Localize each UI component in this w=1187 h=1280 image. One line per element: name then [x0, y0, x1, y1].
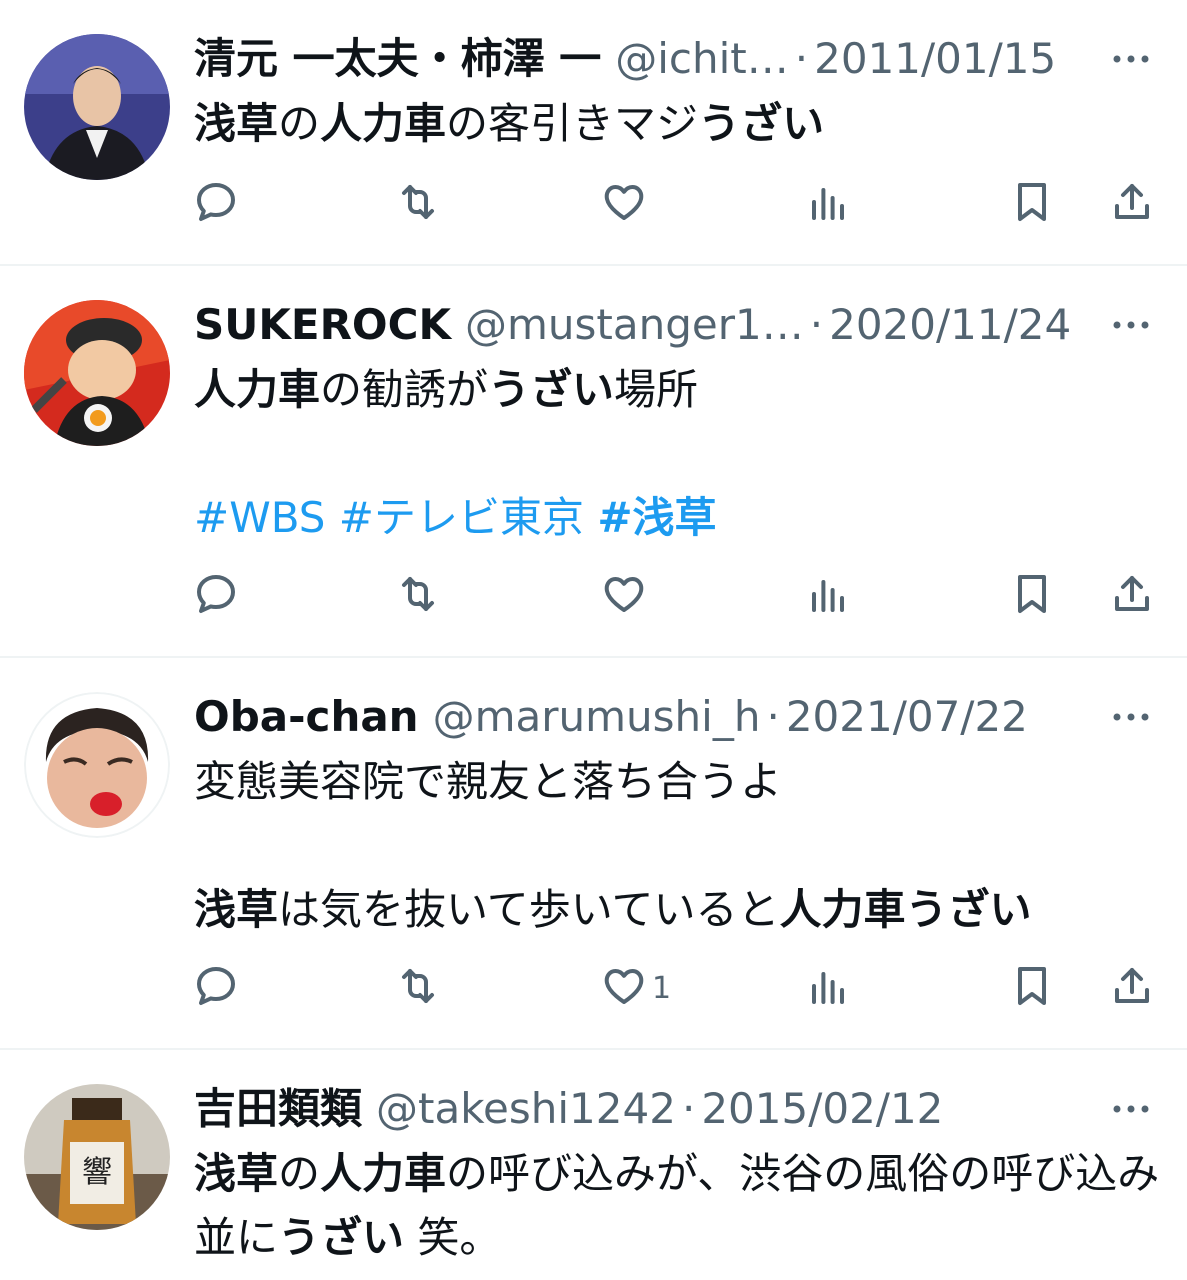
- tweet-date[interactable]: 2021/07/22: [786, 688, 1028, 746]
- tweet-text: 変態美容院で親友と落ち合うよ 浅草は気を抜いて歩いていると人力車うざい: [194, 750, 1163, 942]
- share-icon[interactable]: [1108, 962, 1156, 1014]
- tweet[interactable]: 清元 一太夫・柿澤 一 @ichit… · 2011/01/15 浅草の人力車の…: [0, 0, 1187, 266]
- like-button[interactable]: [600, 572, 652, 620]
- tweet-text-segment: 浅草: [194, 885, 279, 934]
- author-name[interactable]: Oba-chan: [194, 688, 419, 746]
- tweet-date[interactable]: 2015/02/12: [701, 1080, 943, 1138]
- bookmark-button[interactable]: [1008, 964, 1056, 1012]
- views-button[interactable]: [804, 572, 852, 620]
- tweet-text-segment: 場所: [614, 365, 699, 414]
- like-icon[interactable]: [600, 178, 648, 230]
- tweet-text-segment: 笑。: [404, 1213, 502, 1262]
- separator: ·: [809, 300, 824, 349]
- views-icon[interactable]: [804, 178, 852, 230]
- tweet-date[interactable]: 2011/01/15: [814, 30, 1056, 88]
- share-button[interactable]: [1108, 964, 1156, 1012]
- share-button[interactable]: [1108, 572, 1156, 620]
- bookmark-icon[interactable]: [1008, 178, 1056, 230]
- more-icon[interactable]: [1103, 30, 1159, 88]
- tweet-text-segment: うざい: [698, 99, 825, 148]
- hashtag-link[interactable]: #WBS #テレビ東京: [194, 493, 597, 542]
- hashtag-link[interactable]: #浅草: [597, 493, 716, 542]
- tweet-text-segment: は気を抜いて歩いていると: [278, 885, 780, 934]
- like-button[interactable]: [600, 180, 652, 228]
- retweet-button[interactable]: [394, 180, 442, 228]
- like-button[interactable]: 1: [600, 964, 671, 1012]
- retweet-icon[interactable]: [394, 178, 442, 230]
- tweet-text: 人力車の勧誘がうざい場所 #WBS #テレビ東京 #浅草: [194, 358, 1163, 550]
- more-icon[interactable]: [1103, 296, 1159, 354]
- tweet[interactable]: SUKEROCK @mustanger1… · 2020/11/24 人力車の勧…: [0, 266, 1187, 658]
- author-handle[interactable]: @takeshi1242: [376, 1080, 676, 1138]
- author-name[interactable]: SUKEROCK: [194, 296, 451, 354]
- retweet-button[interactable]: [394, 964, 442, 1012]
- tweet-text-segment: うざい: [488, 365, 615, 414]
- bookmark-icon[interactable]: [1008, 962, 1056, 1014]
- separator: ·: [794, 34, 809, 83]
- author-handle[interactable]: @mustanger1…: [465, 296, 804, 354]
- retweet-icon[interactable]: [394, 962, 442, 1014]
- tweet-text-segment: の: [278, 99, 321, 148]
- views-button[interactable]: [804, 964, 852, 1012]
- views-icon[interactable]: [804, 570, 852, 622]
- tweet-text: 浅草の人力車の呼び込みが、渋谷の風俗の呼び込み並にうざい 笑。: [194, 1142, 1163, 1270]
- tweet-text-segment: の客引きマジ: [446, 99, 699, 148]
- svg-text:響: 響: [82, 1155, 112, 1190]
- tweet[interactable]: 響 吉田類類 @takeshi1242 · 2015/02/12 浅草の人力車の…: [0, 1050, 1187, 1280]
- tweet-date[interactable]: 2020/11/24: [829, 296, 1071, 354]
- reply-button[interactable]: [192, 180, 240, 228]
- tweet-text-segment: 人力車: [194, 365, 321, 414]
- tweet-text-segment: うざい: [278, 1213, 405, 1262]
- tweet-text-segment: 変態美容院で親友と落ち合うよ: [194, 757, 783, 806]
- avatar[interactable]: [24, 34, 170, 180]
- tweet-text-segment: 浅草: [194, 99, 279, 148]
- share-icon[interactable]: [1108, 178, 1156, 230]
- retweet-icon[interactable]: [394, 570, 442, 622]
- like-icon[interactable]: [600, 962, 648, 1014]
- bookmark-button[interactable]: [1008, 180, 1056, 228]
- views-icon[interactable]: [804, 962, 852, 1014]
- tweet-text-segment: の勧誘が: [320, 365, 489, 414]
- reply-icon[interactable]: [192, 962, 240, 1014]
- author-name[interactable]: 吉田類類: [194, 1080, 362, 1138]
- avatar[interactable]: [24, 300, 170, 446]
- avatar[interactable]: [24, 692, 170, 838]
- views-button[interactable]: [804, 180, 852, 228]
- tweet-text-segment: の: [278, 1149, 321, 1198]
- author-handle[interactable]: @ichit…: [615, 30, 789, 88]
- author-name[interactable]: 清元 一太夫・柿澤 一: [194, 30, 601, 88]
- share-button[interactable]: [1108, 180, 1156, 228]
- separator: ·: [681, 1084, 696, 1133]
- tweet-text-segment: 人力車: [320, 99, 447, 148]
- reply-button[interactable]: [192, 964, 240, 1012]
- tweet-text-segment: 人力車: [320, 1149, 447, 1198]
- author-handle[interactable]: @marumushi_h: [433, 688, 761, 746]
- tweet-text: 浅草の人力車の客引きマジうざい: [194, 92, 1163, 156]
- bookmark-button[interactable]: [1008, 572, 1056, 620]
- tweet-text-segment: 浅草: [194, 1149, 279, 1198]
- reply-button[interactable]: [192, 572, 240, 620]
- tweet[interactable]: Oba-chan @marumushi_h · 2021/07/22 変態美容院…: [0, 658, 1187, 1050]
- reply-icon[interactable]: [192, 178, 240, 230]
- like-icon[interactable]: [600, 570, 648, 622]
- bookmark-icon[interactable]: [1008, 570, 1056, 622]
- more-icon[interactable]: [1103, 688, 1159, 746]
- tweet-text-segment: 人力車うざい: [779, 885, 1032, 934]
- share-icon[interactable]: [1108, 570, 1156, 622]
- like-count: 1: [652, 970, 672, 1006]
- more-icon[interactable]: [1103, 1080, 1159, 1138]
- separator: ·: [766, 692, 780, 741]
- retweet-button[interactable]: [394, 572, 442, 620]
- reply-icon[interactable]: [192, 570, 240, 622]
- avatar[interactable]: 響: [24, 1084, 170, 1230]
